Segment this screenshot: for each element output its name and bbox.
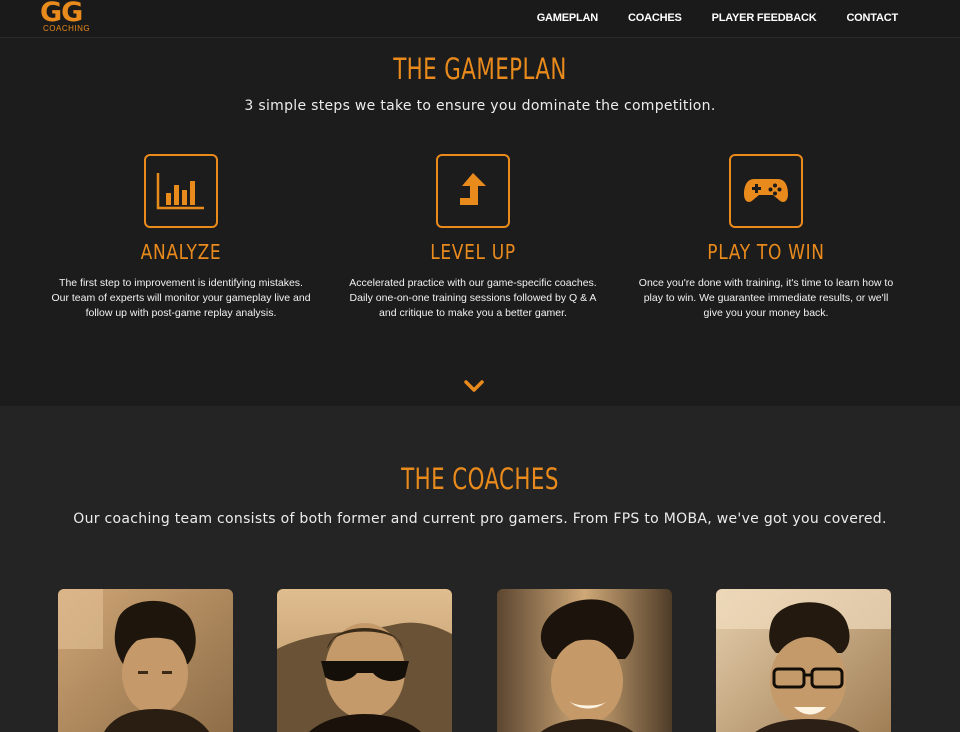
step-play-to-win: PLAY TO WIN Once you're done with traini…	[636, 154, 896, 321]
coach-photo-2[interactable]	[277, 589, 452, 732]
gameplan-title: THE GAMEPLAN	[393, 52, 567, 86]
step-level-up: LEVEL UP Accelerated practice with our g…	[343, 154, 603, 321]
coaches-section: THE COACHES Our coaching team consists o…	[0, 406, 960, 732]
logo-subtitle: COACHING	[43, 24, 91, 33]
coach-photo-3[interactable]	[497, 589, 672, 732]
nav-link-coaches[interactable]: COACHES	[628, 12, 682, 24]
gg-coaching-logo[interactable]: GG COACHING	[40, 0, 96, 36]
gameplan-section: THE GAMEPLAN 3 simple steps we take to e…	[0, 38, 960, 406]
step-analyze: ANALYZE The first step to improvement is…	[51, 154, 311, 321]
step-title: LEVEL UP	[430, 240, 516, 264]
coaches-title: THE COACHES	[401, 462, 559, 496]
step-description: Once you're done with training, it's tim…	[638, 277, 894, 319]
coach-photo-4[interactable]	[716, 589, 891, 732]
chevron-down-icon[interactable]	[463, 378, 485, 394]
step-description: Accelerated practice with our game-speci…	[349, 277, 597, 319]
nav-links: GAMEPLAN COACHES PLAYER FEEDBACK CONTACT	[537, 12, 899, 24]
coach-photo-1[interactable]	[58, 589, 233, 732]
gameplan-subtitle: 3 simple steps we take to ensure you dom…	[244, 98, 716, 114]
coaches-subtitle: Our coaching team consists of both forme…	[73, 511, 887, 527]
step-title: ANALYZE	[140, 240, 222, 264]
nav-link-contact[interactable]: CONTACT	[846, 12, 898, 24]
step-description: The first step to improvement is identif…	[51, 277, 311, 319]
bar-chart-icon	[144, 154, 218, 228]
gamepad-icon	[729, 154, 803, 228]
logo-mark: GG	[40, 0, 83, 28]
level-up-arrow-icon	[436, 154, 510, 228]
nav-link-gameplan[interactable]: GAMEPLAN	[537, 12, 599, 24]
step-title: PLAY TO WIN	[707, 240, 825, 264]
nav-link-player-feedback[interactable]: PLAYER FEEDBACK	[712, 12, 817, 24]
top-navbar: GG COACHING GAMEPLAN COACHES PLAYER FEED…	[0, 0, 960, 38]
